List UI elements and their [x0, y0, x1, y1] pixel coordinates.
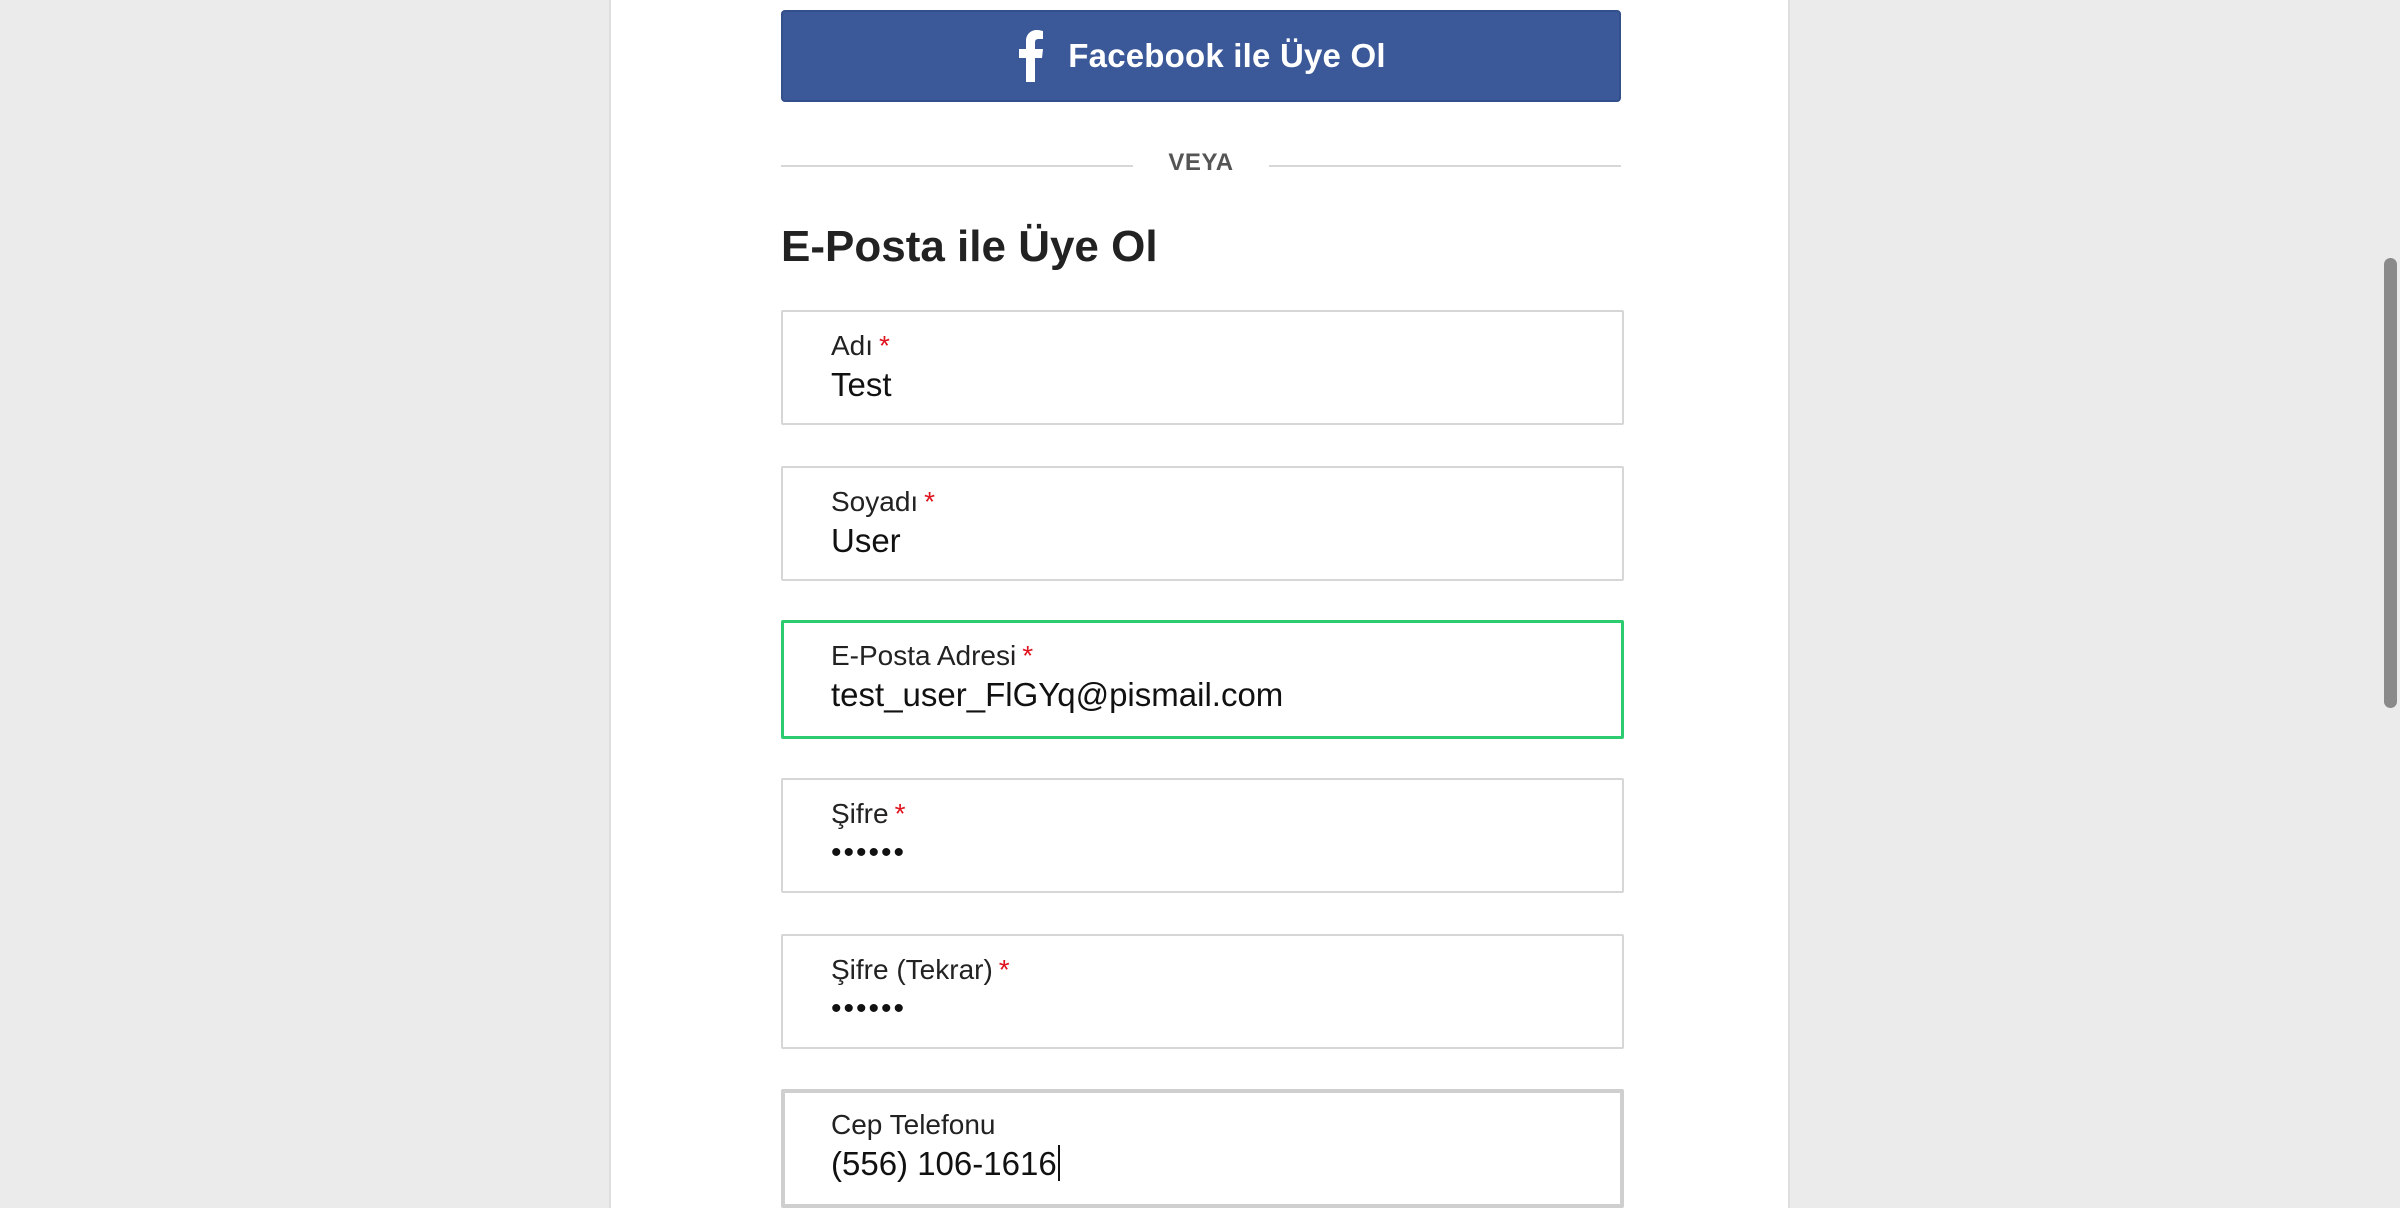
or-divider-text: VEYA [1168, 149, 1234, 176]
first-name-field[interactable]: Adı * Test [781, 310, 1624, 425]
last-name-label: Soyadı * [831, 486, 936, 517]
required-marker: * [894, 798, 906, 829]
last-name-field[interactable]: Soyadı * User [781, 466, 1624, 581]
password-input[interactable]: •••••• [831, 836, 906, 870]
email-input[interactable]: test_user_FlGYq@pismail.com [831, 676, 1283, 714]
password-field[interactable]: Şifre * •••••• [781, 778, 1624, 893]
first-name-label: Adı * [831, 330, 890, 361]
password-confirm-field[interactable]: Şifre (Tekrar) * •••••• [781, 934, 1624, 1049]
required-marker: * [1022, 640, 1034, 671]
last-name-input[interactable]: User [831, 522, 901, 560]
text-caret [1057, 1145, 1060, 1181]
facebook-signup-button[interactable]: Facebook ile Üye Ol [781, 10, 1621, 102]
password-label: Şifre * [831, 798, 906, 829]
mobile-phone-field[interactable]: Cep Telefonu (556) 106-1616 [781, 1089, 1624, 1208]
mobile-phone-label: Cep Telefonu [831, 1109, 996, 1140]
first-name-input[interactable]: Test [831, 366, 892, 404]
required-marker: * [879, 330, 890, 361]
email-label: E-Posta Adresi * [831, 640, 1034, 671]
facebook-f-icon [1016, 29, 1046, 83]
mobile-phone-input[interactable]: (556) 106-1616 [831, 1145, 1060, 1183]
scrollbar-thumb[interactable] [2384, 258, 2397, 708]
password-confirm-input[interactable]: •••••• [831, 992, 906, 1026]
required-marker: * [998, 954, 1010, 985]
facebook-signup-label: Facebook ile Üye Ol [1068, 37, 1386, 74]
password-confirm-label: Şifre (Tekrar) * [831, 954, 1010, 985]
required-marker: * [924, 486, 936, 517]
email-field[interactable]: E-Posta Adresi * test_user_FlGYq@pismail.… [781, 620, 1624, 739]
or-divider: VEYA [781, 145, 1621, 185]
divider-line-right [1269, 165, 1621, 167]
vertical-scrollbar[interactable] [2380, 0, 2400, 1208]
email-signup-title: E-Posta ile Üye Ol [781, 222, 1158, 271]
